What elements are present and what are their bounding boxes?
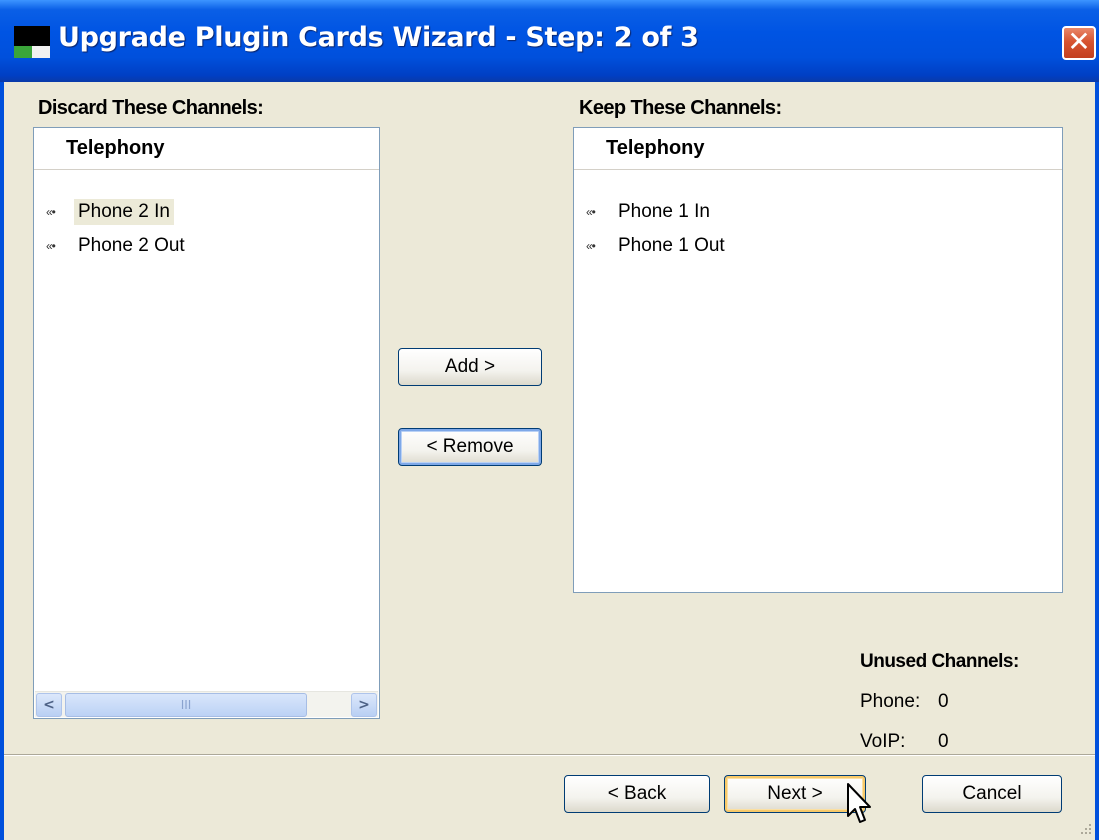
keep-item-phone-1-out[interactable]: «• Phone 1 Out (586, 231, 729, 261)
discard-item-phone-2-in[interactable]: «• Phone 2 In (46, 197, 174, 227)
footer-divider (4, 754, 1095, 756)
scroll-left-button[interactable]: < (36, 693, 62, 717)
app-icon (14, 26, 50, 58)
list-item-label: Phone 2 In (74, 199, 174, 225)
discard-list-header[interactable]: Telephony (34, 128, 379, 170)
keep-item-phone-1-in[interactable]: «• Phone 1 In (586, 197, 714, 227)
list-item-label: Phone 1 Out (618, 235, 725, 256)
window-border-right (1095, 82, 1099, 840)
back-button[interactable]: < Back (564, 775, 710, 813)
discard-list[interactable]: Telephony «• Phone 2 In «• Phone 2 Out <… (33, 127, 380, 719)
channel-icon: «• (46, 205, 56, 219)
list-item-label: Phone 2 Out (78, 235, 185, 256)
keep-list-header[interactable]: Telephony (574, 128, 1062, 170)
keep-header-label: Telephony (606, 137, 705, 159)
window-border-left (0, 82, 4, 840)
unused-channels-title: Unused Channels: (860, 651, 1019, 672)
voip-label: VoIP: (860, 731, 906, 752)
cancel-button[interactable]: Cancel (922, 775, 1062, 813)
discard-header-label: Telephony (66, 137, 165, 159)
scroll-right-button[interactable]: > (351, 693, 377, 717)
add-button[interactable]: Add > (398, 348, 542, 386)
phone-label: Phone: (860, 691, 921, 712)
list-item-label: Phone 1 In (618, 201, 710, 222)
keep-list[interactable]: Telephony «• Phone 1 In «• Phone 1 Out (573, 127, 1063, 593)
voip-value: 0 (938, 731, 949, 752)
channel-icon: «• (586, 205, 596, 219)
resize-grip-icon[interactable] (1079, 822, 1093, 836)
close-button[interactable]: ✕ (1062, 26, 1096, 60)
phone-value: 0 (938, 691, 949, 712)
remove-button[interactable]: < Remove (398, 428, 542, 466)
discard-label: Discard These Channels: (38, 97, 264, 119)
title-bar[interactable]: Upgrade Plugin Cards Wizard - Step: 2 of… (0, 0, 1099, 82)
window-title: Upgrade Plugin Cards Wizard - Step: 2 of… (58, 22, 699, 53)
horizontal-scrollbar[interactable]: < III > (35, 691, 378, 717)
next-button[interactable]: Next > (724, 775, 866, 813)
mouse-cursor-icon (847, 783, 871, 823)
channel-icon: «• (586, 239, 596, 253)
discard-item-phone-2-out[interactable]: «• Phone 2 Out (46, 231, 189, 261)
keep-label: Keep These Channels: (579, 97, 782, 119)
scroll-thumb[interactable]: III (65, 693, 307, 717)
channel-icon: «• (46, 239, 56, 253)
